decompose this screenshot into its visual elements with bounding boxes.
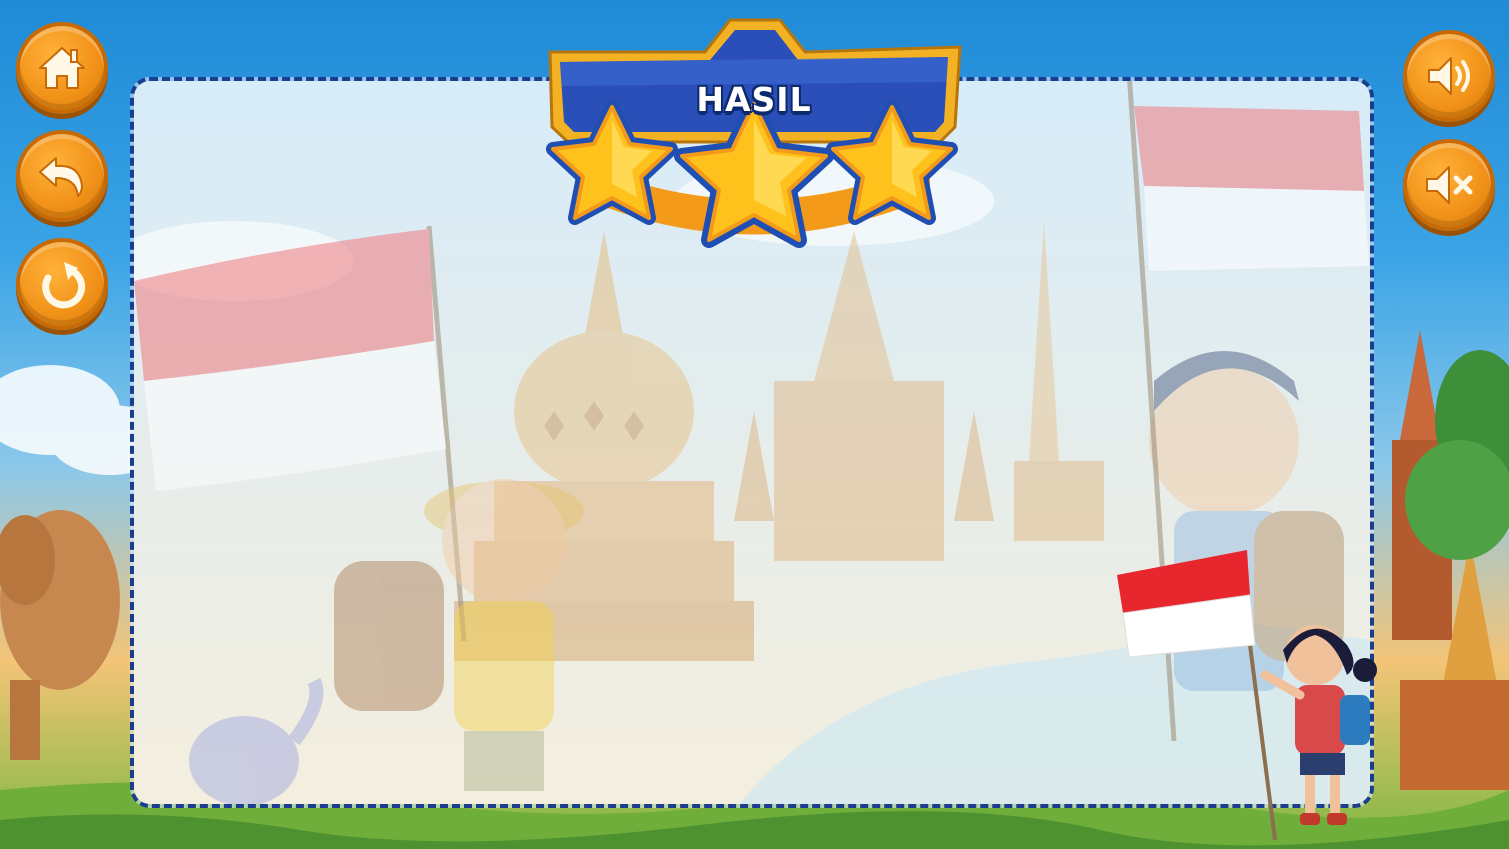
restart-button[interactable]	[16, 238, 108, 330]
back-button[interactable]	[16, 130, 108, 222]
restart-icon	[42, 262, 86, 309]
result-title: HASIL	[696, 80, 812, 119]
result-banner: HASIL	[540, 12, 968, 262]
sound-off-button[interactable]	[1403, 139, 1495, 231]
sound-on-button[interactable]	[1403, 30, 1495, 122]
girl-with-flag	[1117, 550, 1377, 841]
elephant-left	[0, 510, 120, 760]
banner-shape	[546, 18, 962, 248]
undo-arrow-icon	[39, 157, 83, 197]
home-button[interactable]	[16, 22, 108, 114]
speaker-on-icon	[1428, 57, 1470, 95]
speaker-mute-icon	[1426, 166, 1473, 204]
home-icon	[39, 47, 85, 89]
